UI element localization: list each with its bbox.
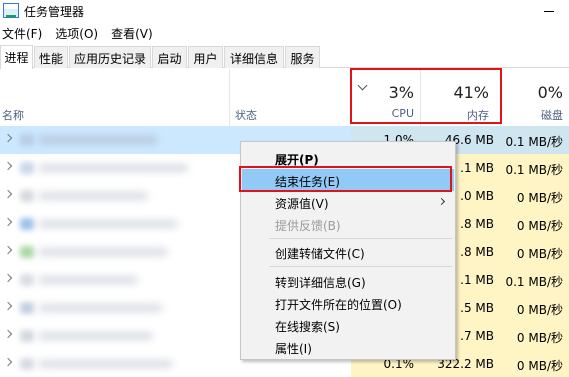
process-name	[38, 164, 188, 172]
disk-value: 0 MB/秒	[500, 350, 569, 377]
tab-processes[interactable]: 进程	[0, 45, 33, 69]
disk-value: 0.1 MB/秒	[500, 154, 569, 182]
expand-chevron-icon[interactable]	[3, 245, 13, 255]
menu-item-properties[interactable]: 属性(I)	[242, 336, 454, 358]
window-title: 任务管理器	[24, 5, 85, 19]
expand-chevron-icon[interactable]	[3, 217, 13, 227]
app-icon	[20, 162, 34, 174]
menu-bar: 文件(F) 选项(O) 查看(V)	[0, 22, 569, 42]
tab-performance[interactable]: 性能	[34, 46, 68, 68]
expand-chevron-icon[interactable]	[3, 329, 13, 339]
process-name	[38, 304, 163, 312]
memory-percent: 41%	[453, 83, 489, 102]
disk-percent: 0%	[537, 83, 563, 102]
tab-startup[interactable]: 启动	[152, 46, 187, 68]
disk-value: 0.1 MB/秒	[500, 266, 569, 294]
disk-value: 0.1 MB/秒	[500, 126, 569, 154]
memory-label: 内存	[467, 109, 489, 122]
column-status[interactable]: 状态	[235, 107, 257, 123]
disk-value: 0 MB/秒	[500, 182, 569, 210]
menu-separator	[269, 266, 452, 267]
app-icon	[20, 218, 34, 230]
tab-details[interactable]: 详细信息	[224, 46, 284, 68]
cpu-percent: 3%	[388, 83, 414, 102]
process-name	[38, 332, 153, 340]
process-name	[38, 220, 178, 228]
column-name[interactable]: 名称	[2, 107, 24, 123]
menu-item-resource-values[interactable]: 资源值(V)	[242, 191, 454, 213]
expand-chevron-icon[interactable]	[3, 161, 13, 171]
process-name	[38, 276, 138, 284]
expand-chevron-icon[interactable]	[3, 273, 13, 283]
menu-item-expand[interactable]: 展开(P)	[242, 147, 454, 169]
menu-item-feedback: 提供反馈(B)	[275, 219, 341, 233]
disk-label: 磁盘	[541, 109, 563, 122]
menu-item-label: 资源值(V)	[275, 197, 329, 211]
expand-chevron-icon[interactable]	[3, 357, 13, 367]
menu-view[interactable]: 查看(V)	[109, 22, 158, 42]
tab-bar: 进程 性能 应用历史记录 启动 用户 详细信息 服务	[0, 45, 569, 69]
menu-item-create-dump[interactable]: 创建转储文件(C)	[242, 241, 454, 263]
expand-chevron-icon[interactable]	[3, 301, 13, 311]
process-name	[38, 360, 173, 368]
column-header: 名称 状态 3% CPU 41% 内存 0% 磁盘	[0, 69, 569, 126]
app-icon	[20, 330, 34, 342]
menu-item-open-location[interactable]: 打开文件所在的位置(O)	[242, 292, 454, 314]
disk-value: 0 MB/秒	[500, 294, 569, 322]
process-name	[38, 192, 148, 200]
disk-value: 0 MB/秒	[500, 322, 569, 350]
context-menu: 展开(P) 结束任务(E) 资源值(V) 提供反馈(B) 创建转储文件(C) 转…	[240, 141, 456, 360]
app-icon	[20, 246, 34, 258]
menu-item-go-to-details[interactable]: 转到详细信息(G)	[242, 270, 454, 292]
title-bar: 任务管理器	[0, 0, 569, 22]
process-name	[38, 248, 168, 256]
cpu-label: CPU	[391, 107, 414, 120]
app-icon	[20, 274, 34, 286]
menu-item-end-task[interactable]: 结束任务(E)	[242, 169, 454, 191]
tab-app-history[interactable]: 应用历史记录	[69, 46, 151, 68]
expand-chevron-icon[interactable]	[3, 133, 13, 143]
app-icon	[20, 134, 34, 146]
task-manager-icon	[3, 3, 19, 18]
expand-chevron-icon[interactable]	[3, 189, 13, 199]
menu-options[interactable]: 选项(O)	[53, 22, 103, 42]
disk-value: 0 MB/秒	[500, 238, 569, 266]
tab-users[interactable]: 用户	[188, 46, 223, 68]
app-icon	[20, 358, 34, 370]
menu-item-search-online[interactable]: 在线搜索(S)	[242, 314, 454, 336]
menu-separator	[269, 238, 452, 239]
app-icon	[20, 302, 34, 314]
app-icon	[20, 190, 34, 202]
tab-services[interactable]: 服务	[285, 46, 320, 68]
minimize-icon[interactable]	[529, 0, 569, 22]
column-divider[interactable]	[229, 69, 230, 126]
menu-file[interactable]: 文件(F)	[0, 22, 47, 42]
disk-value: 0 MB/秒	[500, 210, 569, 238]
process-name	[38, 136, 158, 144]
submenu-arrow-icon	[437, 197, 446, 206]
